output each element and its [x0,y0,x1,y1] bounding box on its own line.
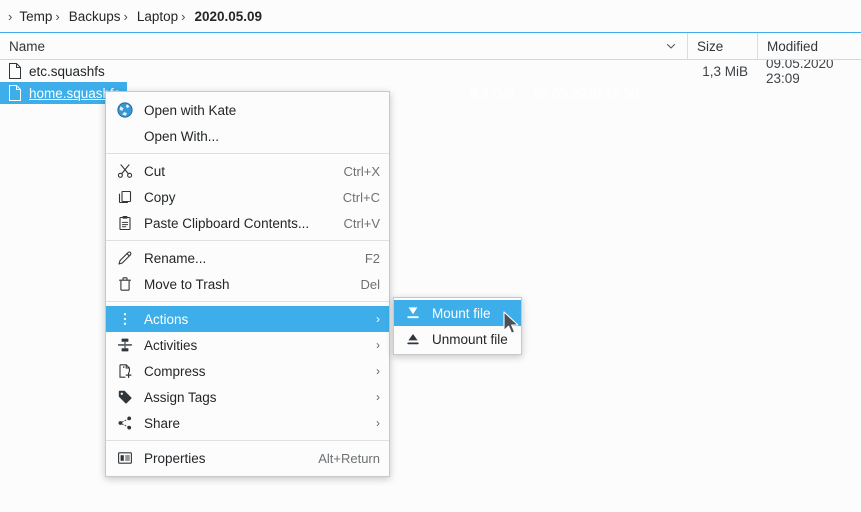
file-modified-cell: 09.05.2020 22:50 [533,85,639,101]
kate-app-icon [116,101,134,119]
breadcrumb-separator: › [123,8,128,24]
menu-separator [106,240,389,241]
menu-item-move-to-trash[interactable]: Move to Trash Del [106,271,389,297]
menu-item-label: Move to Trash [144,276,230,292]
breadcrumb-separator: › [8,8,13,24]
menu-item-label: Copy [144,189,176,205]
menu-item-label: Cut [144,163,166,179]
menu-item-open-with[interactable]: Open With... [106,123,389,149]
menu-item-compress[interactable]: Compress › [106,358,389,384]
breadcrumb-item-temp[interactable]: Temp [16,7,55,26]
menu-item-label: Mount file [432,305,491,321]
activities-icon [116,336,134,354]
menu-item-shortcut: Del [360,276,380,292]
copy-icon [116,188,134,206]
menu-item-label: Share [144,415,181,431]
chevron-right-icon: › [376,390,380,404]
menu-item-label: Compress [144,363,206,379]
file-size-cell: 1,3 MiB [702,63,748,79]
clipboard-icon [116,214,134,232]
table-row[interactable]: etc.squashfs 1,3 MiB 09.05.2020 23:09 [0,56,861,86]
menu-item-actions[interactable]: Actions › [106,306,389,332]
breadcrumb-separator: › [55,8,60,24]
pencil-icon [116,249,134,267]
menu-item-paste-clipboard-contents[interactable]: Paste Clipboard Contents... Ctrl+V [106,210,389,236]
no-icon [116,127,134,145]
menu-item-label: Properties [144,450,206,466]
chevron-right-icon: › [376,338,380,352]
column-header-size[interactable]: Size [687,33,757,59]
menu-item-open-with-kate[interactable]: Open with Kate [106,97,389,123]
menu-item-label: Unmount file [432,331,508,347]
chevron-right-icon: › [376,416,380,430]
file-size-cell: 8,8 GiB [470,85,516,101]
mount-icon [404,304,422,322]
menu-item-label: Assign Tags [144,389,217,405]
breadcrumb-separator: › [181,8,186,24]
share-icon [116,414,134,432]
menu-item-shortcut: Ctrl+X [343,163,380,179]
menu-item-label: Open With... [144,128,220,144]
menu-item-cut[interactable]: Cut Ctrl+X [106,158,389,184]
menu-item-label: Activities [144,337,198,353]
menu-item-copy[interactable]: Copy Ctrl+C [106,184,389,210]
menu-item-unmount-file[interactable]: Unmount file [394,326,521,352]
document-icon [8,85,22,101]
menu-item-properties[interactable]: Properties Alt+Return [106,445,389,471]
file-modified-cell: 09.05.2020 23:09 [766,56,834,86]
menu-item-mount-file[interactable]: Mount file [394,300,521,326]
menu-item-label: Paste Clipboard Contents... [144,215,310,231]
properties-icon [116,449,134,467]
menu-item-shortcut: Ctrl+V [343,215,380,231]
dots-vertical-icon [116,310,134,328]
column-header-name[interactable]: Name [0,33,687,59]
breadcrumb[interactable]: › Temp › Backups › Laptop › 2020.05.09 [0,0,861,32]
menu-item-assign-tags[interactable]: Assign Tags › [106,384,389,410]
menu-item-share[interactable]: Share › [106,410,389,436]
chevron-down-icon[interactable] [664,39,678,53]
menu-item-rename[interactable]: Rename... F2 [106,245,389,271]
breadcrumb-item-backups[interactable]: Backups [66,7,124,26]
chevron-right-icon: › [376,364,380,378]
scissors-icon [116,162,134,180]
context-menu: Open with Kate Open With... Cut Ctrl+X Copy C… [105,91,390,477]
menu-item-label: Open with Kate [144,102,237,118]
menu-separator [106,153,389,154]
file-name-label: etc.squashfs [29,63,105,79]
trash-icon [116,275,134,293]
chevron-right-icon: › [376,312,380,326]
eject-icon [404,330,422,348]
menu-item-shortcut: F2 [364,250,380,266]
column-header-modified[interactable]: Modified [757,33,861,59]
column-header-modified-label: Modified [767,38,819,54]
column-header-size-label: Size [697,38,724,54]
menu-item-shortcut: Alt+Return [318,450,380,466]
menu-separator [106,440,389,441]
document-icon [8,63,22,79]
actions-submenu: Mount file Unmount file [393,297,522,355]
menu-item-label: Rename... [144,250,207,266]
menu-item-shortcut: Ctrl+C [342,189,380,205]
menu-separator [106,301,389,302]
file-name-cell[interactable]: etc.squashfs [0,63,687,79]
tag-icon [116,388,134,406]
menu-item-label: Actions [144,311,189,327]
breadcrumb-item-2020-05-09[interactable]: 2020.05.09 [191,7,265,26]
breadcrumb-item-laptop[interactable]: Laptop [134,7,181,26]
column-header-name-label: Name [9,38,46,54]
menu-item-activities[interactable]: Activities › [106,332,389,358]
compress-icon [116,362,134,380]
column-header-row: Name Size Modified [0,32,861,60]
